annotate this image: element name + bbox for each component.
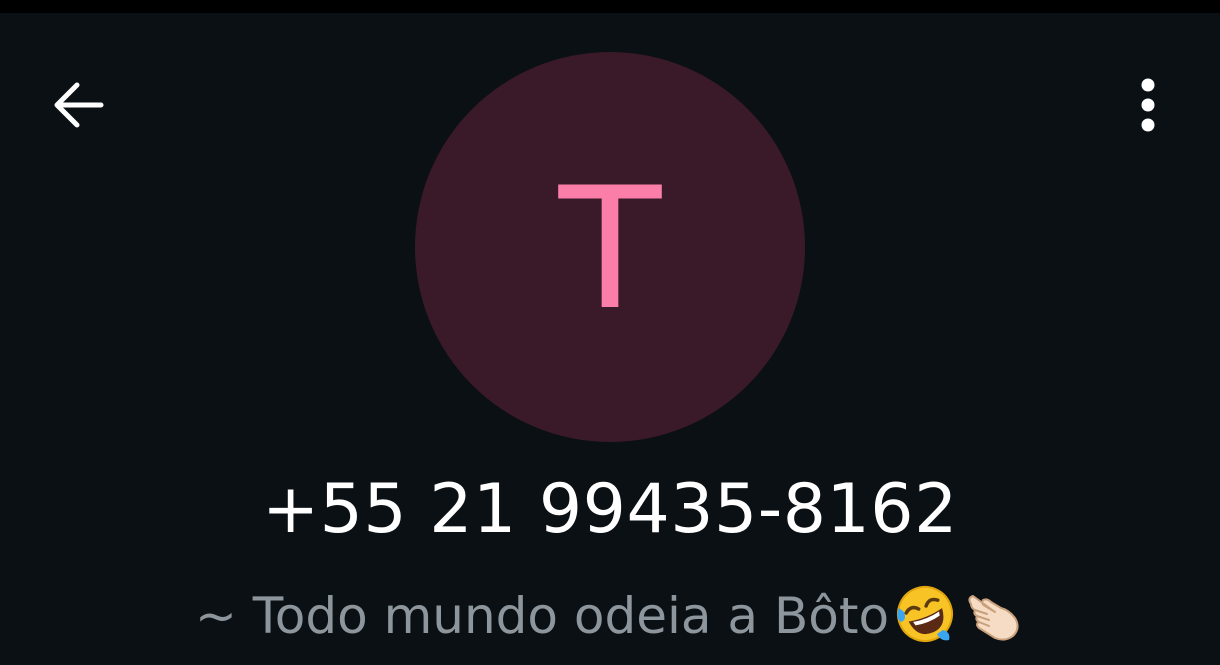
contact-about: ~ Todo mundo odeia a Bôto xyxy=(0,585,1220,652)
more-options-button[interactable] xyxy=(1112,70,1184,140)
status-bar xyxy=(0,0,1220,13)
pointing-hand-emoji xyxy=(968,594,1019,641)
contact-avatar[interactable]: T xyxy=(415,52,805,442)
about-text: ~ Todo mundo odeia a Bôto xyxy=(194,587,890,645)
contact-info-screen: T +55 21 99435-8162 ~ Todo mundo odeia a… xyxy=(0,0,1220,665)
contact-phone-number: +55 21 99435-8162 xyxy=(262,470,958,549)
more-vertical-icon xyxy=(1141,78,1155,132)
back-button[interactable] xyxy=(40,70,116,140)
avatar-initial: T xyxy=(558,151,662,347)
rolling-on-floor-laughing-emoji xyxy=(897,585,954,642)
arrow-left-icon xyxy=(54,82,104,128)
